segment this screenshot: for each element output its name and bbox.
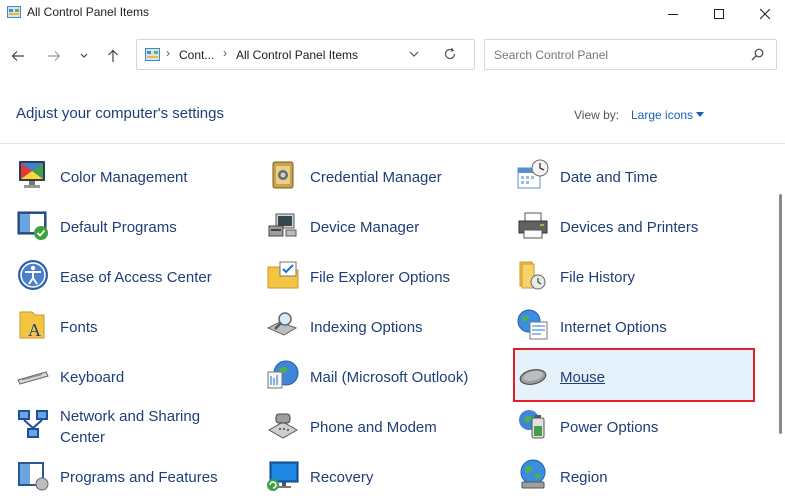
- scrollbar-thumb[interactable]: [779, 194, 782, 434]
- arrow-up-icon: [108, 49, 118, 62]
- breadcrumb-current[interactable]: All Control Panel Items: [236, 48, 358, 62]
- breadcrumb-separator-icon: ›: [223, 46, 227, 60]
- region-icon: [520, 459, 546, 489]
- device-manager-icon: [268, 213, 297, 237]
- recent-locations-button[interactable]: [72, 44, 96, 68]
- back-button[interactable]: [6, 44, 30, 68]
- item-devices-and-printers[interactable]: Devices and Printers: [516, 208, 756, 248]
- selection-annotation-box: [513, 348, 755, 402]
- minimize-icon: [668, 14, 678, 15]
- mail-icon: [267, 360, 299, 389]
- item-default-programs[interactable]: Default Programs: [16, 208, 256, 248]
- control-panel-items: ​ Color Management Credential Manager Da…: [0, 144, 778, 499]
- address-bar[interactable]: › Cont... › All Control Panel Items: [136, 39, 475, 70]
- view-by-dropdown[interactable]: Large icons: [631, 108, 693, 122]
- item-label: Mail (Microsoft Outlook): [310, 369, 469, 386]
- control-panel-icon: [7, 6, 21, 18]
- internet-options-icon: [517, 309, 548, 340]
- item-programs-and-features[interactable]: Programs and Features: [16, 458, 256, 498]
- minimize-button[interactable]: [650, 0, 696, 28]
- breadcrumb-separator-icon: ›: [166, 46, 170, 60]
- item-label: Internet Options: [560, 319, 667, 336]
- item-label: Recovery: [310, 469, 374, 486]
- item-label: Credential Manager: [310, 169, 442, 186]
- file-history-icon: [519, 261, 546, 290]
- date-time-icon: [517, 159, 549, 189]
- item-label: Devices and Printers: [560, 219, 699, 236]
- item-file-explorer-options[interactable]: File Explorer Options: [266, 258, 506, 298]
- page-heading: Adjust your computer's settings: [16, 105, 224, 122]
- item-label: Programs and Features: [60, 469, 218, 486]
- network-icon: [18, 410, 48, 438]
- credential-manager-icon: [272, 161, 294, 189]
- address-dropdown-icon[interactable]: [409, 49, 419, 59]
- color-management-icon: [19, 161, 45, 188]
- search-input[interactable]: Search Control Panel: [494, 48, 608, 62]
- search-icon[interactable]: [751, 48, 764, 61]
- window-title: All Control Panel Items: [27, 5, 150, 19]
- item-label: Ease of Access Center: [60, 269, 212, 286]
- item-internet-options[interactable]: Internet Options: [516, 308, 756, 348]
- svg-text:A: A: [28, 320, 41, 340]
- fonts-icon: A: [19, 311, 45, 340]
- phone-icon: [267, 413, 299, 439]
- ease-of-access-icon: [18, 260, 48, 290]
- item-label: Network and Sharing Center: [60, 408, 201, 446]
- item-date-and-time[interactable]: Date and Time: [516, 158, 756, 198]
- item-label: Keyboard: [60, 369, 125, 386]
- item-label: Fonts: [60, 319, 98, 336]
- search-box[interactable]: Search Control Panel: [484, 39, 777, 70]
- default-programs-icon: [17, 211, 48, 240]
- item-indexing-options[interactable]: Indexing Options: [266, 308, 506, 348]
- indexing-icon: [266, 312, 298, 336]
- item-network-and-sharing-center[interactable]: Network and Sharing Center: [16, 408, 256, 448]
- printer-icon: [518, 212, 548, 239]
- control-panel-icon: [145, 48, 160, 61]
- item-keyboard[interactable]: Keyboard: [16, 358, 256, 398]
- forward-button[interactable]: [42, 44, 66, 68]
- item-label: Color Management: [60, 169, 188, 186]
- item-power-options[interactable]: Power Options: [516, 408, 756, 448]
- maximize-icon: [714, 9, 724, 19]
- breadcrumb-control-panel[interactable]: Cont...: [179, 48, 214, 62]
- item-phone-and-modem[interactable]: Phone and Modem: [266, 408, 506, 448]
- arrow-right-icon: [48, 51, 61, 61]
- item-label: Region: [560, 469, 608, 486]
- item-file-history[interactable]: File History: [516, 258, 756, 298]
- refresh-icon[interactable]: [443, 47, 457, 61]
- recovery-icon: [267, 461, 299, 491]
- item-ease-of-access-center[interactable]: Ease of Access Center: [16, 258, 256, 298]
- chevron-down-icon: [80, 53, 88, 58]
- power-options-icon: [519, 410, 545, 439]
- programs-features-icon: [18, 462, 49, 491]
- item-device-manager[interactable]: Device Manager: [266, 208, 506, 248]
- vertical-scrollbar[interactable]: [778, 144, 785, 499]
- close-icon: [760, 9, 770, 19]
- item-label: File Explorer Options: [310, 269, 451, 286]
- item-mail-microsoft-outlook[interactable]: Mail (Microsoft Outlook): [266, 358, 506, 398]
- item-label: Default Programs: [60, 219, 177, 236]
- maximize-button[interactable]: [696, 0, 742, 28]
- title-bar: All Control Panel Items: [0, 0, 785, 28]
- close-button[interactable]: [742, 0, 785, 28]
- item-label: Phone and Modem: [310, 419, 437, 436]
- item-label: Power Options: [560, 419, 659, 436]
- keyboard-icon: [17, 371, 49, 385]
- folder-options-icon: [267, 261, 299, 289]
- item-label: File History: [560, 269, 636, 286]
- up-button[interactable]: [101, 44, 125, 68]
- item-label: Device Manager: [310, 219, 420, 236]
- item-label: Indexing Options: [310, 319, 423, 336]
- item-color-management[interactable]: Color Management: [16, 158, 256, 198]
- arrow-left-icon: [11, 51, 24, 61]
- caret-down-icon[interactable]: [696, 112, 704, 117]
- navigation-bar: › Cont... › All Control Panel Items Sear…: [0, 28, 785, 84]
- item-region[interactable]: Region: [516, 458, 756, 498]
- view-by-label: View by:: [574, 108, 620, 122]
- item-credential-manager[interactable]: Credential Manager: [266, 158, 506, 198]
- item-fonts[interactable]: A Fonts: [16, 308, 256, 348]
- item-label: Date and Time: [560, 169, 658, 186]
- item-recovery[interactable]: Recovery: [266, 458, 506, 498]
